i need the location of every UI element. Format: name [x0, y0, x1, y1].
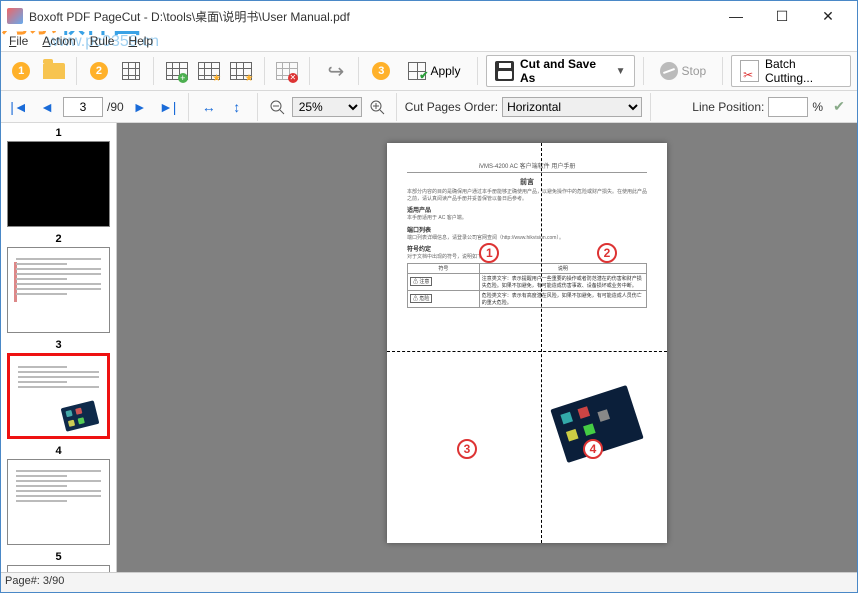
- thumbnail-panel[interactable]: 1 2 3 4 5: [1, 123, 117, 572]
- apply-label: Apply: [430, 64, 460, 78]
- zoom-out-button[interactable]: [266, 96, 288, 118]
- page-canvas[interactable]: iVMS-4200 AC 客户端软件 用户手册 前言 本部分内容的目的是确保用户…: [117, 123, 857, 572]
- thumb-page: [7, 459, 110, 545]
- dropdown-arrow-icon: ▼: [616, 66, 626, 77]
- thumbnail-2[interactable]: 2: [7, 233, 110, 333]
- fit-width-icon: ↔: [202, 99, 216, 115]
- thumbnail-3[interactable]: 3: [7, 339, 110, 439]
- quadrant-badge-4: 4: [583, 439, 603, 459]
- prev-page-button[interactable]: ◄: [35, 95, 59, 119]
- step-1-button[interactable]: 1: [7, 56, 35, 86]
- grid-add-button[interactable]: +: [162, 56, 190, 86]
- fit-height-icon: ↕: [233, 99, 240, 115]
- confirm-line-button[interactable]: ✔: [827, 95, 851, 119]
- thumb-page: [7, 565, 110, 572]
- workspace: 1 2 3 4 5 iVMS-4200 AC 客户端软件 用户手册 前言 本部分…: [1, 123, 857, 572]
- thumbnail-4[interactable]: 4: [7, 445, 110, 545]
- star-icon: ★: [245, 73, 254, 84]
- cut-and-save-button[interactable]: Cut and Save As ▼: [486, 55, 634, 87]
- cut-save-label: Cut and Save As: [520, 57, 608, 85]
- grid-remove-button[interactable]: ✕: [272, 56, 300, 86]
- apply-icon: [408, 62, 426, 80]
- x-icon: ✕: [288, 73, 298, 83]
- next-page-button[interactable]: ►: [128, 95, 152, 119]
- thumb-number: 2: [7, 233, 110, 245]
- step-badge-1: 1: [12, 62, 30, 80]
- cut-order-select[interactable]: Horizontal: [502, 97, 642, 117]
- zoom-select[interactable]: 25%: [292, 97, 362, 117]
- thumb-page: [7, 247, 110, 333]
- maximize-button[interactable]: ☐: [759, 1, 805, 31]
- line-position-label: Line Position:: [692, 100, 764, 114]
- apply-button[interactable]: Apply: [399, 56, 469, 86]
- star-icon: ★: [212, 73, 221, 84]
- quadrant-badge-2: 2: [597, 243, 617, 263]
- open-file-button[interactable]: [39, 56, 67, 86]
- first-page-button[interactable]: |◄: [7, 95, 31, 119]
- grid-dense-button[interactable]: [117, 56, 145, 86]
- close-button[interactable]: ✕: [805, 1, 851, 31]
- page-view: iVMS-4200 AC 客户端软件 用户手册 前言 本部分内容的目的是确保用户…: [387, 143, 667, 543]
- zoom-in-button[interactable]: [366, 96, 388, 118]
- main-toolbar: 1 2 + ★ ★ ✕ ↪ 3 Apply Cut and Save As ▼ …: [1, 51, 857, 91]
- batch-icon: [740, 60, 759, 82]
- thumb-number: 3: [7, 339, 110, 351]
- quadrant-badge-3: 3: [457, 439, 477, 459]
- document-content: iVMS-4200 AC 客户端软件 用户手册 前言 本部分内容的目的是确保用户…: [407, 161, 647, 308]
- nav-toolbar: |◄ ◄ /90 ► ►| ↔ ↕ 25% Cut Pages Order: H…: [1, 91, 857, 123]
- share-icon: ↪: [328, 59, 345, 84]
- save-icon: [495, 61, 514, 81]
- thumbnail-1[interactable]: 1: [7, 127, 110, 227]
- step-2-button[interactable]: 2: [85, 56, 113, 86]
- title-bar: Boxoft PDF PageCut - D:\tools\桌面\说明书\Use…: [1, 1, 857, 31]
- folder-icon: [43, 63, 65, 79]
- cut-order-label: Cut Pages Order:: [405, 100, 498, 114]
- fit-height-button[interactable]: ↕: [225, 95, 249, 119]
- fit-width-button[interactable]: ↔: [197, 95, 221, 119]
- menu-rule[interactable]: Rule: [90, 34, 115, 48]
- thumbnail-5[interactable]: 5: [7, 551, 110, 572]
- thumb-page: [7, 353, 110, 439]
- thumb-number: 4: [7, 445, 110, 457]
- grid-star-button[interactable]: ★: [195, 56, 223, 86]
- step-3-button[interactable]: 3: [367, 56, 395, 86]
- check-icon: ✔: [833, 98, 845, 115]
- stop-label: Stop: [682, 64, 707, 78]
- menu-bar: File Action Rule Help: [1, 31, 857, 51]
- page-total: /90: [107, 100, 124, 114]
- percent-label: %: [812, 100, 823, 114]
- vertical-cut-line[interactable]: [541, 143, 542, 543]
- step-badge-3: 3: [372, 62, 390, 80]
- thumb-number: 1: [7, 127, 110, 139]
- app-icon: [7, 8, 23, 24]
- window-title: Boxoft PDF PageCut - D:\tools\桌面\说明书\Use…: [29, 8, 350, 25]
- grid-star2-button[interactable]: ★: [227, 56, 255, 86]
- status-bar: Page#: 3/90: [1, 572, 857, 592]
- menu-help[interactable]: Help: [128, 34, 153, 48]
- batch-label: Batch Cutting...: [765, 57, 842, 85]
- minimize-button[interactable]: —: [713, 1, 759, 31]
- share-button[interactable]: ↪: [322, 56, 350, 86]
- grid-icon: [122, 62, 140, 80]
- step-badge-2: 2: [90, 62, 108, 80]
- thumb-page: [7, 141, 110, 227]
- last-page-button[interactable]: ►|: [156, 95, 180, 119]
- stop-icon: [660, 62, 678, 80]
- menu-action[interactable]: Action: [42, 34, 75, 48]
- menu-file[interactable]: File: [9, 34, 28, 48]
- horizontal-cut-line[interactable]: [387, 351, 667, 352]
- line-position-input[interactable]: [768, 97, 808, 117]
- batch-cutting-button[interactable]: Batch Cutting...: [731, 55, 851, 87]
- page-number-input[interactable]: [63, 97, 103, 117]
- stop-button[interactable]: Stop: [652, 56, 715, 86]
- thumb-number: 5: [7, 551, 110, 563]
- plus-icon: +: [178, 73, 188, 83]
